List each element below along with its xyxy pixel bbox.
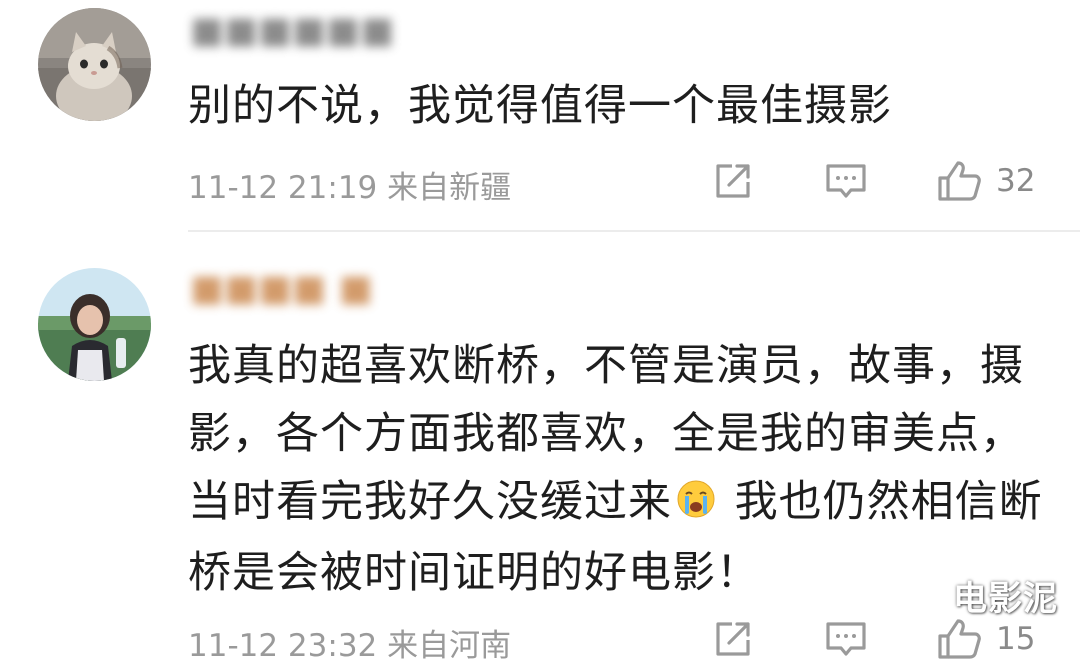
username[interactable]: ■■■■ ■	[190, 268, 373, 309]
share-icon	[716, 164, 750, 198]
share-button[interactable]	[712, 158, 754, 204]
comment-item: ■■■■■■ 别的不说，我觉得值得一个最佳摄影 11-12 21:19 来自新疆…	[0, 0, 1080, 232]
username[interactable]: ■■■■■■	[190, 10, 394, 51]
loudly-crying-face-icon	[676, 471, 716, 539]
like-count: 32	[996, 163, 1036, 199]
thumbs-up-icon	[938, 619, 981, 659]
avatar[interactable]	[38, 268, 151, 381]
comment-meta: 11-12 23:32 来自河南 15	[188, 616, 1048, 666]
avatar[interactable]	[38, 8, 151, 121]
comment-icon	[826, 622, 866, 656]
comment-text: 我真的超喜欢断桥，不管是演员，故事，摄影，各个方面我都喜欢，全是我的审美点，当时…	[188, 332, 1048, 607]
timestamp: 11-12 21:19 来自新疆	[188, 170, 512, 206]
reply-button[interactable]	[824, 158, 868, 204]
cat-avatar-image	[38, 8, 151, 121]
reply-button[interactable]	[824, 616, 868, 662]
share-button[interactable]	[712, 616, 754, 662]
like-button[interactable]: 32	[936, 158, 1035, 204]
watermark: 电影泥	[953, 579, 1058, 619]
comment-text: 别的不说，我觉得值得一个最佳摄影	[188, 81, 892, 131]
like-count: 15	[996, 621, 1036, 657]
timestamp: 11-12 23:32 来自河南	[188, 628, 512, 664]
girl-avatar-image	[38, 268, 151, 381]
share-icon	[716, 622, 750, 656]
like-button[interactable]: 15	[936, 616, 1035, 662]
comment-icon	[826, 164, 866, 198]
comment-item: ■■■■ ■ 我真的超喜欢断桥，不管是演员，故事，摄影，各个方面我都喜欢，全是我…	[0, 232, 1080, 664]
thumbs-up-icon	[938, 161, 981, 201]
comment-meta: 11-12 21:19 来自新疆 32	[188, 158, 1048, 208]
